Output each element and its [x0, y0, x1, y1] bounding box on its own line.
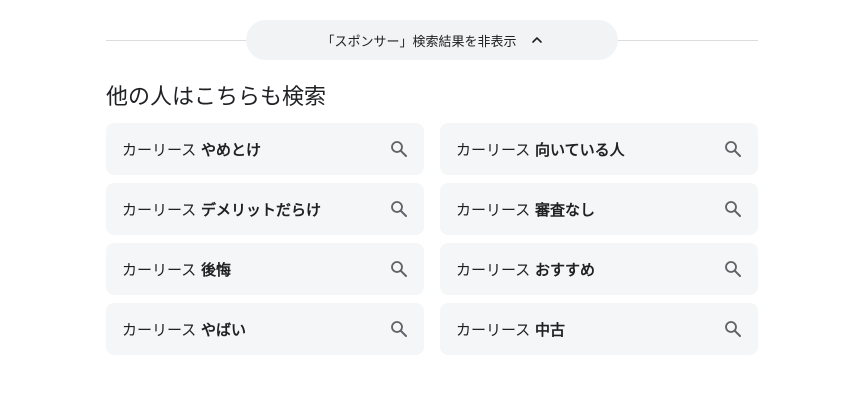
related-search-chip[interactable]: カーリース デメリットだらけ — [106, 183, 424, 235]
hide-sponsored-button[interactable]: 「スポンサー」検索結果を非表示 — [246, 20, 618, 60]
related-search-label: カーリース やめとけ — [122, 140, 262, 159]
related-search-label: カーリース 中古 — [456, 320, 566, 339]
search-icon — [724, 140, 742, 158]
related-search-label: カーリース 向いている人 — [456, 140, 625, 159]
search-icon — [390, 200, 408, 218]
related-search-chip[interactable]: カーリース 審査なし — [440, 183, 758, 235]
related-search-label: カーリース やばい — [122, 320, 247, 339]
chevron-up-icon — [531, 34, 543, 46]
related-search-chip[interactable]: カーリース おすすめ — [440, 243, 758, 295]
related-search-label: カーリース デメリットだらけ — [122, 200, 322, 219]
related-search-chip[interactable]: カーリース 向いている人 — [440, 123, 758, 175]
page: 「スポンサー」検索結果を非表示 他の人はこちらも検索 カーリース やめとけ カー… — [0, 0, 868, 402]
related-search-label: カーリース 後悔 — [122, 260, 232, 279]
search-icon — [390, 320, 408, 338]
related-searches-grid: カーリース やめとけ カーリース 向いている人 カーリース デメリットだらけ カ… — [106, 123, 758, 355]
related-search-chip[interactable]: カーリース やばい — [106, 303, 424, 355]
related-searches-heading: 他の人はこちらも検索 — [106, 85, 327, 110]
related-search-chip[interactable]: カーリース やめとけ — [106, 123, 424, 175]
search-icon — [390, 140, 408, 158]
related-search-label: カーリース おすすめ — [456, 260, 596, 279]
hide-sponsored-label: 「スポンサー」検索結果を非表示 — [321, 34, 517, 50]
search-icon — [724, 200, 742, 218]
related-search-chip[interactable]: カーリース 後悔 — [106, 243, 424, 295]
search-icon — [724, 260, 742, 278]
search-icon — [724, 320, 742, 338]
related-search-chip[interactable]: カーリース 中古 — [440, 303, 758, 355]
related-search-label: カーリース 審査なし — [456, 200, 596, 219]
search-icon — [390, 260, 408, 278]
sponsored-toggle-row: 「スポンサー」検索結果を非表示 — [106, 20, 758, 60]
